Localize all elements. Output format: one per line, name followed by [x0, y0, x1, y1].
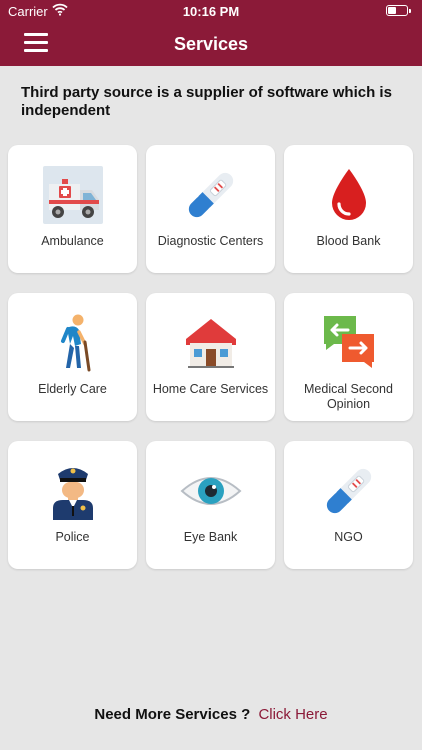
service-card-ambulance[interactable]: Ambulance: [8, 145, 137, 273]
service-card-ngo[interactable]: NGO: [284, 441, 413, 569]
eye-icon: [146, 461, 275, 521]
service-card-police[interactable]: Police: [8, 441, 137, 569]
service-card-diagnostic-centers[interactable]: Diagnostic Centers: [146, 145, 275, 273]
ambulance-icon: [8, 165, 137, 225]
house-icon: [146, 313, 275, 373]
nav-bar: Services: [0, 22, 422, 66]
need-more-services-text: Need More Services ?: [94, 706, 251, 723]
service-label: NGO: [334, 530, 363, 544]
service-label: Elderly Care: [38, 382, 107, 396]
chat-arrows-icon: [284, 313, 413, 373]
service-label: Home Care Services: [152, 382, 269, 396]
service-card-blood-bank[interactable]: Blood Bank: [284, 145, 413, 273]
elderly-person-icon: [8, 313, 137, 373]
status-time: 10:16 PM: [182, 4, 240, 19]
test-kit-icon: [146, 165, 275, 225]
status-bar: Carrier 10:16 PM: [0, 0, 422, 22]
police-officer-icon: [8, 461, 137, 521]
services-grid: Ambulance Diagnostic Centers Blood Bank …: [8, 145, 414, 569]
footer: Need More Services ? Click Here: [0, 706, 422, 723]
blood-drop-icon: [284, 165, 413, 225]
battery-icon: [386, 5, 411, 16]
service-label: Police: [55, 530, 90, 544]
service-label: Diagnostic Centers: [157, 234, 264, 248]
service-card-medical-second-opinion[interactable]: Medical Second Opinion: [284, 293, 413, 421]
disclaimer-text: Third party source is a supplier of soft…: [21, 84, 392, 119]
service-card-home-care[interactable]: Home Care Services: [146, 293, 275, 421]
service-card-elderly-care[interactable]: Elderly Care: [8, 293, 137, 421]
service-label: Medical Second Opinion: [304, 382, 393, 411]
service-label: Blood Bank: [316, 234, 381, 248]
service-card-eye-bank[interactable]: Eye Bank: [146, 441, 275, 569]
test-kit-icon: [284, 461, 413, 521]
service-label: Ambulance: [41, 234, 104, 248]
service-label: Eye Bank: [183, 530, 238, 544]
page-title: Services: [173, 34, 249, 54]
click-here-link[interactable]: Click Here: [258, 706, 327, 723]
